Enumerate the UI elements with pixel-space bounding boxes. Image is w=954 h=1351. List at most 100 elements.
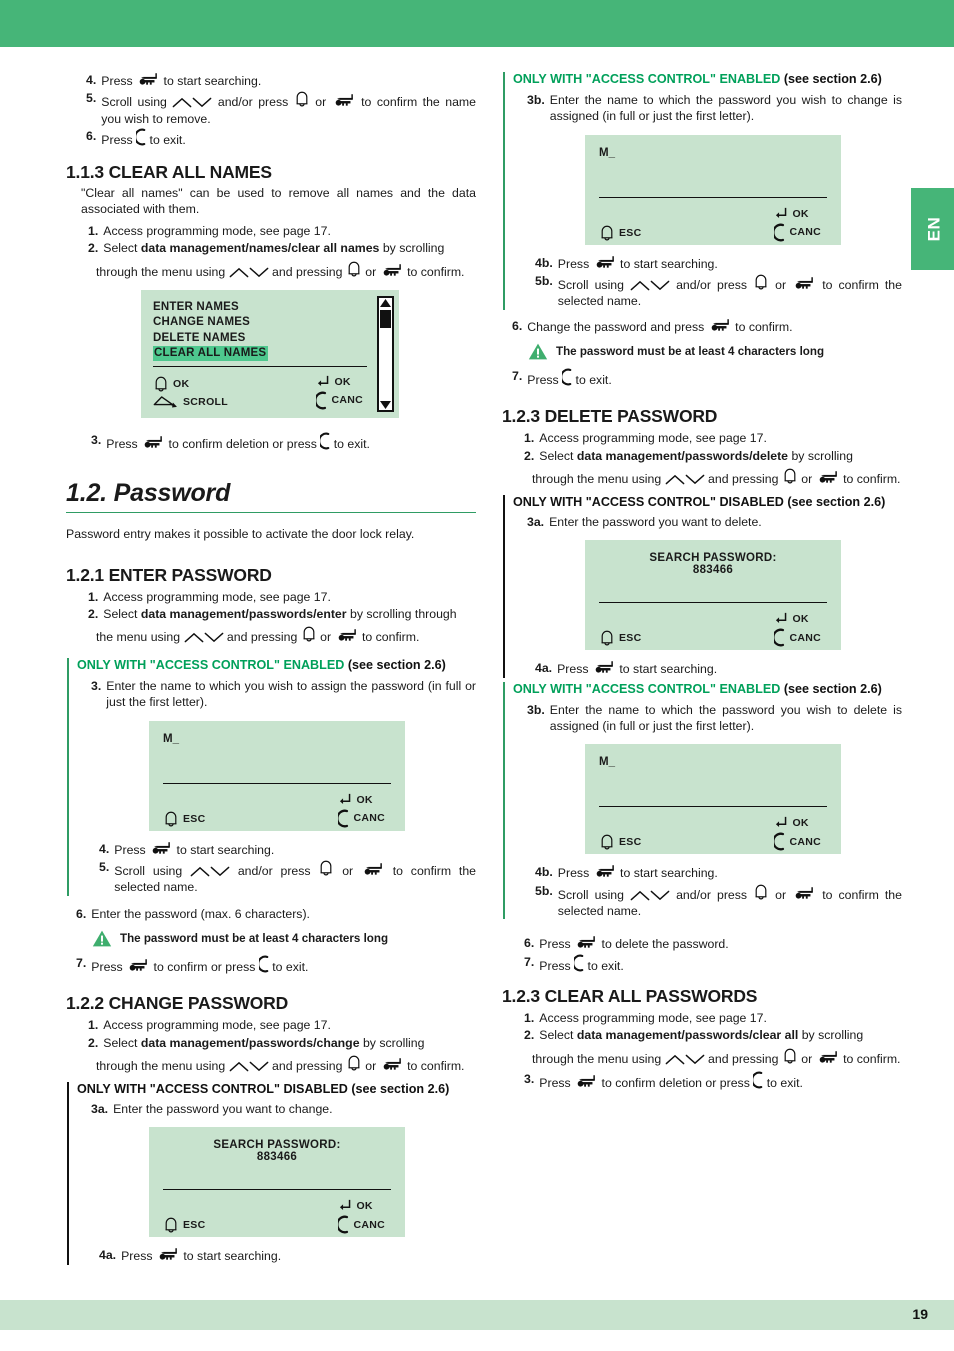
lcd-button-canc[interactable]: CANC (774, 223, 821, 242)
lcd-button-ok-enter[interactable]: OK (316, 375, 363, 389)
up-arrow-icon (229, 1061, 249, 1072)
warning-password-length-122: The password must be at least 4 characte… (528, 342, 902, 361)
step-number: 2. (88, 606, 99, 621)
c-icon (338, 809, 349, 828)
bell-icon (346, 260, 362, 278)
lcd-button-ok-enter[interactable]: OK (338, 1199, 385, 1213)
lcd-button-canc[interactable]: CANC (338, 1215, 385, 1234)
bell-icon (163, 810, 179, 828)
key-icon (126, 958, 150, 973)
step-1-sec123clr: 1. Access programming mode, see page 17. (524, 1010, 902, 1026)
lcd-menu-item-change-names[interactable]: CHANGE NAMES (153, 315, 387, 330)
step-number: 2. (88, 1035, 99, 1050)
step-number: 7. (76, 956, 87, 971)
step-4a-sec123del: 4a. Press to start searching. (535, 660, 902, 677)
step-text: Press to confirm or press to exit. (91, 955, 476, 975)
scrollbar-thumb[interactable] (380, 310, 391, 329)
lcd-display-search-password-123: SEARCH PASSWORD: 883466 ESC OK CANC (585, 540, 841, 651)
step-number: 3. (91, 679, 102, 694)
line-text: or (316, 630, 335, 645)
step-text: Select data management/passwords/enter b… (103, 606, 476, 622)
lcd-button-canc[interactable]: CANC (338, 809, 385, 828)
lcd-input-value[interactable]: M_ (599, 756, 827, 768)
language-tab-en: EN (911, 188, 954, 270)
step-number: 3. (524, 1072, 535, 1087)
key-icon (380, 263, 404, 278)
line-text: by scrolling (798, 1028, 864, 1043)
lcd-input-value[interactable]: M_ (599, 147, 827, 159)
step-7-sec121: 7. Press to confirm or press to exit. (76, 955, 476, 975)
lcd-menu-item-enter-names[interactable]: ENTER NAMES (153, 300, 387, 315)
lcd-input-value[interactable]: M_ (163, 733, 391, 745)
lcd-password-value: 883466 (256, 1151, 298, 1164)
key-icon (816, 470, 840, 485)
callout-heading: ONLY WITH "ACCESS CONTROL" ENABLED (see … (513, 72, 902, 86)
menu-path: data management/passwords/enter (140, 606, 347, 621)
step-3b-sec123del: 3b. Enter the name to which the password… (527, 702, 902, 735)
lcd-button-canc[interactable]: CANC (316, 391, 363, 410)
lcd-button-ok-enter[interactable]: OK (338, 793, 385, 807)
bell-icon (753, 883, 769, 901)
lcd-button-canc[interactable]: CANC (774, 832, 821, 851)
enter-arrow-icon (338, 793, 352, 807)
callout-heading-ref: (see section 2.6) (780, 72, 882, 86)
down-arrow-icon (210, 866, 230, 877)
warning-password-length-121: The password must be at least 4 characte… (92, 929, 476, 948)
step-text: Enter the name to which you wish to assi… (106, 679, 476, 710)
lcd-button-ok-enter[interactable]: OK (774, 207, 821, 221)
step-text: Enter the password you want to change. (113, 1101, 333, 1116)
step-3-sec121: 3. Enter the name to which you wish to a… (91, 678, 476, 711)
line-text: to exit. (763, 1076, 803, 1091)
step-text: Press to exit. (539, 954, 902, 974)
step-text: Access programming mode, see page 17. (539, 1010, 767, 1025)
callout-heading: ONLY WITH "ACCESS CONTROL" ENABLED (see … (513, 682, 902, 696)
lcd-button-canc[interactable]: CANC (774, 628, 821, 647)
bell-icon (782, 1047, 798, 1065)
lcd-scrollbar[interactable] (377, 296, 394, 413)
step-text: Scroll using and/or press or to confirm … (101, 90, 476, 127)
lcd-button-row: ESC OK CANC (599, 612, 821, 649)
lcd-menu-item-delete-names[interactable]: DELETE NAMES (153, 331, 387, 346)
step-text: Press to start searching. (558, 255, 902, 272)
step-text: Enter the password (max. 6 characters). (91, 906, 310, 921)
step-2-sec122: 2. Select data management/passwords/chan… (88, 1035, 476, 1051)
lcd-button-ok-enter[interactable]: OK (774, 612, 821, 626)
line-text: to exit. (584, 958, 624, 973)
line-text: and/or press (670, 887, 754, 902)
bell-icon (294, 90, 310, 108)
c-icon (320, 432, 330, 450)
lcd-menu-item-clear-all-names[interactable]: CLEAR ALL NAMES (153, 345, 387, 361)
step-number: 4b. (535, 255, 553, 270)
lcd-button-label: ESC (183, 1219, 206, 1232)
lcd-button-label: SCROLL (183, 395, 228, 408)
lcd-button-esc[interactable]: ESC (163, 1216, 206, 1234)
line-text: by scrolling (359, 1035, 425, 1050)
lcd-button-esc[interactable]: ESC (599, 224, 642, 242)
lcd-display-names-menu: ENTER NAMES CHANGE NAMES DELETE NAMES CL… (141, 290, 399, 419)
step-text: Select data management/names/clear all n… (103, 240, 476, 256)
lcd-button-label: CANC (789, 835, 821, 848)
c-icon (136, 128, 146, 146)
down-arrow-icon (650, 890, 670, 901)
step-number: 6. (86, 129, 97, 144)
step-text: Press to start searching. (557, 660, 902, 677)
step-number: 3b. (527, 93, 545, 107)
step-3-sec123clr: 3. Press to confirm deletion or press to… (524, 1071, 902, 1091)
line-text: and pressing (268, 1059, 346, 1074)
lcd-button-ok-bell[interactable]: OK (153, 375, 228, 393)
line-text: through the menu using (96, 264, 229, 279)
step-7-sec122: 7. Press to exit. (512, 368, 902, 388)
lcd-button-scroll[interactable]: SCROLL (153, 395, 228, 409)
lcd-button-esc[interactable]: ESC (599, 833, 642, 851)
step-text: Access programming mode, see page 17. (103, 1018, 331, 1033)
lcd-button-esc[interactable]: ESC (163, 810, 206, 828)
lcd-button-ok-enter[interactable]: OK (774, 816, 821, 830)
callout-access-control-enabled-123: ONLY WITH "ACCESS CONTROL" ENABLED (see … (503, 681, 902, 920)
lcd-button-row: ESC OK CANC (163, 1199, 385, 1236)
lcd-button-esc[interactable]: ESC (599, 629, 642, 647)
key-icon (332, 93, 356, 108)
heading-1-2-3-clear-all: 1.2.3 CLEAR ALL PASSWORDS (502, 985, 758, 1006)
lcd-button-label: OK (792, 817, 809, 830)
down-arrow-icon (249, 1061, 269, 1072)
step-number: 7. (524, 954, 535, 969)
